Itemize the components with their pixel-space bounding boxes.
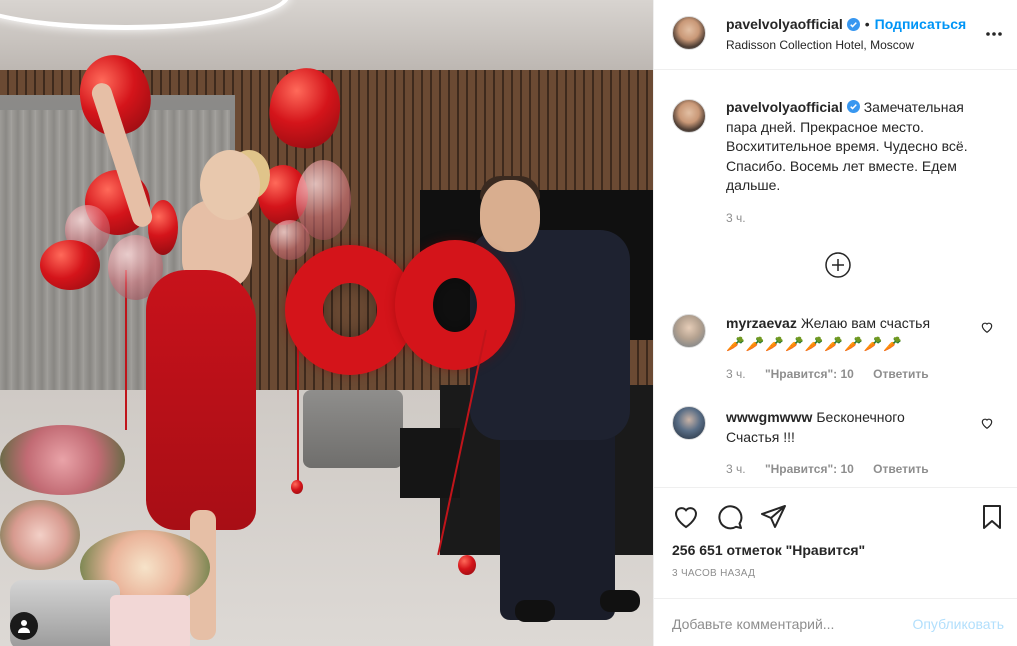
flower-bouquet [0,500,80,570]
user-tag-icon [18,620,30,633]
caption-text-block: pavelvolyaofficial Замечательная пара дне… [726,98,988,196]
heart-icon[interactable] [672,503,700,531]
flower-bouquet [0,425,125,495]
post-time-ago[interactable]: 3 ЧАСОВ НАЗАД [672,568,755,579]
bookmark-icon[interactable] [978,503,1006,531]
woman-head [200,150,260,220]
comment-username[interactable]: wwwgmwww [726,409,812,425]
reply-button[interactable]: Ответить [873,462,928,476]
share-icon[interactable] [760,503,788,531]
man-shoe [600,590,640,612]
clear-balloon [270,220,310,260]
comment-meta: 3 ч. "Нравится": 10 Ответить [726,462,945,476]
balloon [148,200,178,255]
comment-text-block: wwwgmwww Бесконечного Счастья !!! [726,408,926,447]
heart-icon[interactable] [980,320,994,334]
reply-button[interactable]: Ответить [873,367,928,381]
caption-meta: 3 ч. [726,211,762,225]
caption-username[interactable]: pavelvolyaofficial [726,99,843,115]
comment-text: Желаю вам счастья [800,315,931,331]
balloon-weight [458,555,476,575]
comment-meta: 3 ч. "Нравится": 10 Ответить [726,367,945,381]
heart-icon[interactable] [980,416,994,430]
commenter-avatar[interactable] [672,406,706,440]
post-photo[interactable] [0,0,653,646]
post-location[interactable]: Radisson Collection Hotel, Moscow [726,38,914,52]
author-avatar[interactable] [672,16,706,50]
user-tag-button[interactable] [10,612,38,640]
caption-time[interactable]: 3 ч. [726,211,746,225]
balloon-string [297,330,299,490]
separator-dot: • [864,16,870,32]
commenter-avatar[interactable] [672,314,706,348]
author-avatar[interactable] [672,99,706,133]
comment-input[interactable] [672,616,892,632]
author-username[interactable]: pavelvolyaofficial [726,16,843,32]
post-side-panel: pavelvolyaofficial • Подписаться Radisso… [653,0,1017,646]
balloon [40,240,100,290]
post-header: pavelvolyaofficial • Подписаться Radisso… [654,0,1017,70]
comment-text-block: myrzaevaz Желаю вам счастья 🥕🥕🥕🥕🥕🥕🥕🥕🥕 [726,314,976,356]
comment-time[interactable]: 3 ч. [726,367,746,381]
ottoman [303,390,403,468]
flower-box [110,595,190,646]
comment-time[interactable]: 3 ч. [726,462,746,476]
more-options-icon[interactable] [984,24,1004,44]
publish-button[interactable]: Опубликовать [912,616,1004,632]
comment-likes[interactable]: "Нравится": 10 [765,367,854,381]
add-comment-bar: Опубликовать [654,598,1017,646]
comments-section: pavelvolyaofficial Замечательная пара дне… [654,71,1017,486]
comment-icon[interactable] [716,503,744,531]
plus-circle-icon[interactable] [824,251,852,279]
verified-badge-icon [846,17,860,31]
man-legs [500,420,615,620]
man-shoe [515,600,555,622]
infinity-balloon-right-loop [395,240,515,370]
comment-username[interactable]: myrzaevaz [726,315,797,331]
man-head [480,180,540,252]
likes-count[interactable]: 256 651 отметок "Нравится" [672,542,865,558]
follow-button[interactable]: Подписаться [875,16,967,32]
comment-emoji: 🥕🥕🥕🥕🥕🥕🥕🥕🥕 [726,335,904,353]
woman-red-dress [146,270,256,530]
comment-likes[interactable]: "Нравится": 10 [765,462,854,476]
verified-badge-icon [846,100,860,113]
post-actions: 256 651 отметок "Нравится" 3 ЧАСОВ НАЗАД… [654,487,1017,646]
balloon-weight [291,480,303,494]
